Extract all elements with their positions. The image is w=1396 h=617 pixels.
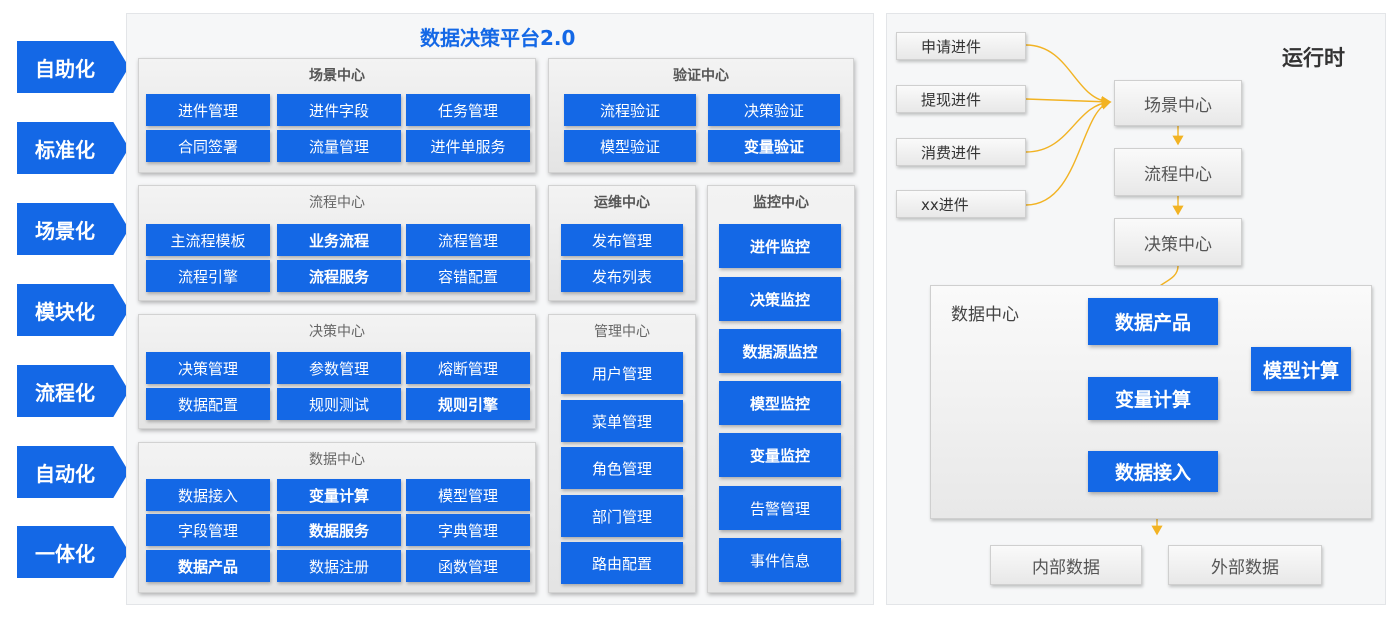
scene-center-cell: 流量管理 — [277, 130, 401, 162]
runtime-data-center-title: 数据中心 — [951, 305, 1019, 325]
platform-title: 数据决策平台2.0 — [420, 26, 576, 50]
data-center-cell: 字段管理 — [146, 514, 270, 546]
monitor-center-cell: 数据源监控 — [719, 329, 841, 373]
runtime-data-product: 数据产品 — [1088, 298, 1218, 345]
arrow-standardization: 标准化 — [17, 122, 129, 174]
data-center-cell: 数据接入 — [146, 479, 270, 511]
scene-center-cell: 进件管理 — [146, 94, 270, 126]
monitor-center-title: 监控中心 — [753, 195, 809, 211]
manage-center-title: 管理中心 — [594, 324, 650, 340]
flow-center-cell: 容错配置 — [406, 260, 530, 292]
verify-center-cell: 决策验证 — [708, 94, 840, 126]
decision-center-cell: 熔断管理 — [406, 352, 530, 384]
flow-center-cell: 流程管理 — [406, 224, 530, 256]
data-center-cell: 变量计算 — [277, 479, 401, 511]
flow-center-cell: 业务流程 — [277, 224, 401, 256]
flow-center-cell: 流程引擎 — [146, 260, 270, 292]
manage-center-cell: 菜单管理 — [561, 400, 683, 442]
runtime-input-consume: 消费进件 — [896, 138, 1026, 166]
manage-center-cell: 路由配置 — [561, 542, 683, 584]
flow-center-title: 流程中心 — [309, 195, 365, 211]
flow-center-cell: 主流程模板 — [146, 224, 270, 256]
monitor-center-cell: 进件监控 — [719, 224, 841, 268]
scene-center-title: 场景中心 — [309, 68, 365, 84]
runtime-variable-compute: 变量计算 — [1088, 377, 1218, 420]
monitor-center-cell: 变量监控 — [719, 433, 841, 477]
data-center-cell: 数据服务 — [277, 514, 401, 546]
decision-center-title: 决策中心 — [309, 324, 365, 340]
manage-center-cell: 角色管理 — [561, 447, 683, 489]
verify-center-cell: 模型验证 — [564, 130, 696, 162]
runtime-flow-center: 流程中心 — [1114, 148, 1242, 196]
monitor-center-cell: 告警管理 — [719, 486, 841, 530]
monitor-center-cell: 模型监控 — [719, 381, 841, 425]
runtime-input-xx: xx进件 — [896, 190, 1026, 218]
arrow-self-service: 自助化 — [17, 41, 129, 93]
arrow-scenario: 场景化 — [17, 203, 129, 255]
ops-center-title: 运维中心 — [594, 195, 650, 211]
data-center-cell: 数据产品 — [146, 550, 270, 582]
data-center-cell: 模型管理 — [406, 479, 530, 511]
manage-center-cell: 用户管理 — [561, 352, 683, 394]
decision-center-cell: 数据配置 — [146, 388, 270, 420]
runtime-scene-center: 场景中心 — [1114, 80, 1242, 126]
verify-center-title: 验证中心 — [673, 68, 729, 84]
scene-center-cell: 进件单服务 — [406, 130, 530, 162]
data-center-cell: 函数管理 — [406, 550, 530, 582]
runtime-decision-center: 决策中心 — [1114, 218, 1242, 266]
flow-center-cell: 流程服务 — [277, 260, 401, 292]
runtime-title: 运行时 — [1282, 46, 1345, 70]
decision-center-cell: 规则引擎 — [406, 388, 530, 420]
data-center-cell: 数据注册 — [277, 550, 401, 582]
verify-center-cell: 流程验证 — [564, 94, 696, 126]
scene-center-cell: 合同签署 — [146, 130, 270, 162]
decision-center-cell: 参数管理 — [277, 352, 401, 384]
monitor-center-cell: 决策监控 — [719, 277, 841, 321]
decision-center-cell: 决策管理 — [146, 352, 270, 384]
runtime-data-access: 数据接入 — [1088, 451, 1218, 492]
runtime-internal-data: 内部数据 — [990, 545, 1142, 585]
runtime-input-withdraw: 提现进件 — [896, 85, 1026, 113]
scene-center-cell: 任务管理 — [406, 94, 530, 126]
decision-center-cell: 规则测试 — [277, 388, 401, 420]
arrow-automation: 自动化 — [17, 446, 129, 498]
verify-center-cell: 变量验证 — [708, 130, 840, 162]
runtime-input-apply: 申请进件 — [896, 32, 1026, 60]
runtime-model-compute: 模型计算 — [1251, 347, 1351, 391]
ops-center-cell: 发布列表 — [561, 260, 683, 292]
data-center-cell: 字典管理 — [406, 514, 530, 546]
data-center-title: 数据中心 — [309, 452, 365, 468]
arrow-modularization: 模块化 — [17, 284, 129, 336]
monitor-center-cell: 事件信息 — [719, 538, 841, 582]
arrow-process: 流程化 — [17, 365, 129, 417]
arrow-integration: 一体化 — [17, 526, 129, 578]
ops-center-cell: 发布管理 — [561, 224, 683, 256]
scene-center-cell: 进件字段 — [277, 94, 401, 126]
manage-center-cell: 部门管理 — [561, 495, 683, 537]
runtime-external-data: 外部数据 — [1168, 545, 1322, 585]
